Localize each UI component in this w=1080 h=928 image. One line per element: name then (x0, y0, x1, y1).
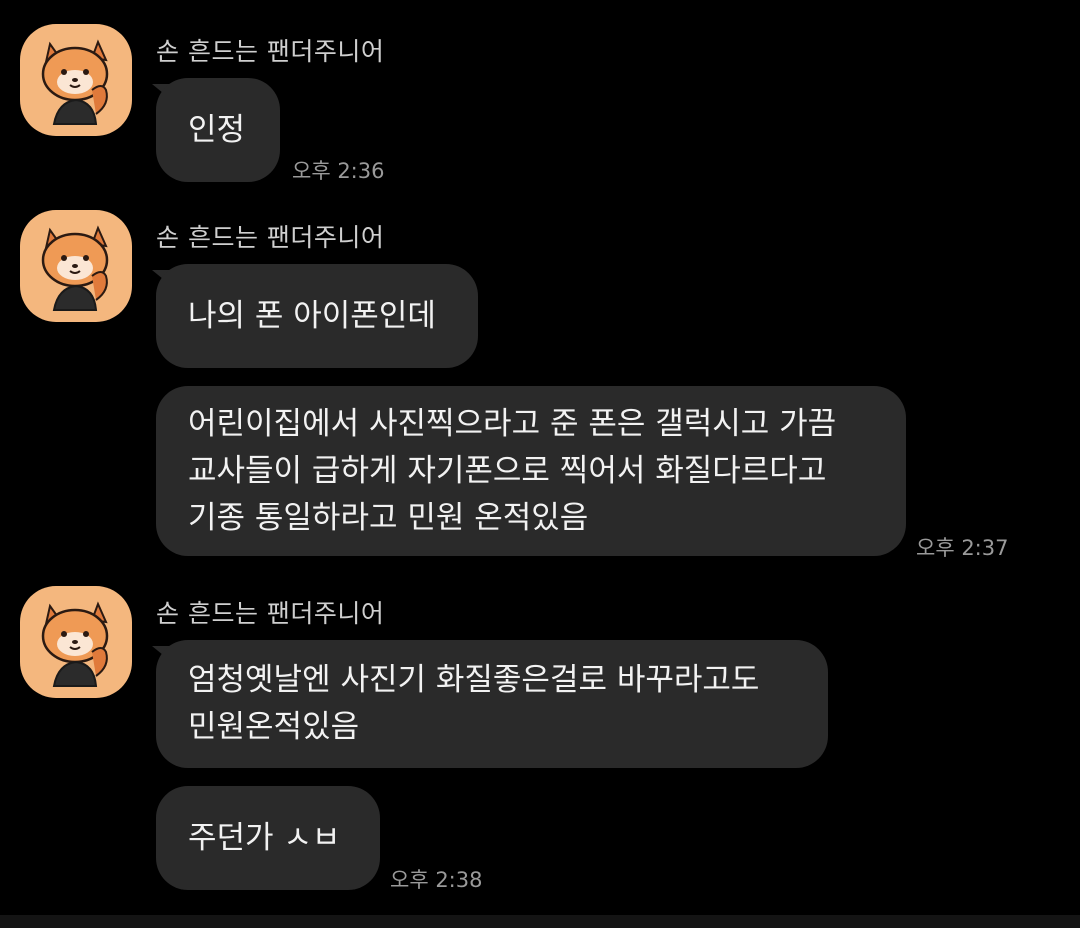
message-text: 기종 통일하라고 민원 온적있음 (188, 499, 589, 536)
message-timestamp: 오후 2:38 (390, 868, 483, 892)
message-bubble[interactable]: 엄청옛날엔 사진기 화질좋은걸로 바꾸라고도 민원온적있음 (156, 640, 828, 768)
sender-name[interactable]: 손 흔드는 팬더주니어 (156, 594, 384, 630)
bottom-edge (0, 915, 1080, 928)
message-text: 나의 폰 아이폰인데 (188, 297, 436, 334)
message-bubble[interactable]: 어린이집에서 사진찍으라고 준 폰은 갤럭시고 가끔 교사들이 급하게 자기폰으… (156, 386, 906, 556)
message-bubble[interactable]: 나의 폰 아이폰인데 (156, 264, 478, 368)
chat-message-list[interactable]: 손 흔드는 팬더주니어 인정 오후 2:36 손 흔드는 팬더주니어 나의 폰 … (0, 0, 1080, 915)
message-text: 엄청옛날엔 사진기 화질좋은걸로 바꾸라고도 (188, 662, 760, 698)
message-bubble[interactable]: 인정 (156, 78, 280, 182)
message-text: 인정 (188, 111, 246, 148)
message-text: 교사들이 급하게 자기폰으로 찍어서 화질다르다고 (188, 452, 827, 489)
message-bubble[interactable]: 주던가 ㅅㅂ (156, 786, 380, 890)
red-panda-avatar-icon[interactable] (20, 24, 132, 136)
sender-name[interactable]: 손 흔드는 팬더주니어 (156, 218, 384, 254)
message-text: 민원온적있음 (188, 709, 360, 745)
message-text: 어린이집에서 사진찍으라고 준 폰은 갤럭시고 가끔 (188, 405, 837, 442)
message-timestamp: 오후 2:36 (292, 159, 385, 183)
red-panda-avatar-icon[interactable] (20, 586, 132, 698)
sender-name[interactable]: 손 흔드는 팬더주니어 (156, 32, 384, 68)
message-timestamp: 오후 2:37 (916, 536, 1009, 560)
message-text: 주던가 ㅅㅂ (188, 819, 341, 856)
red-panda-avatar-icon[interactable] (20, 210, 132, 322)
